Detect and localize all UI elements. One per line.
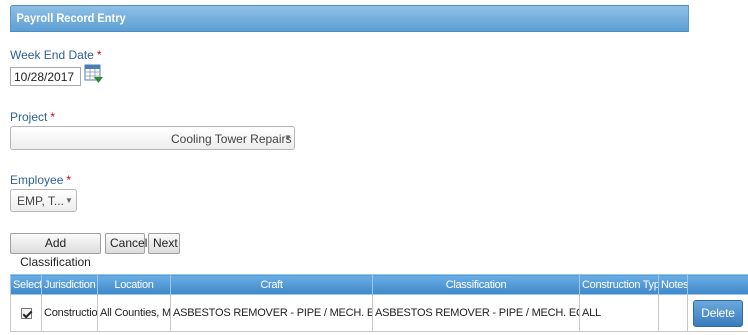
- next-button[interactable]: Next: [148, 233, 180, 254]
- calendar-icon[interactable]: [84, 63, 104, 85]
- classification-grid: Select Jurisdiction Location Craft Class…: [10, 274, 748, 332]
- column-header-notes[interactable]: Notes: [658, 274, 688, 295]
- add-classification-button[interactable]: Add Classification: [10, 233, 101, 269]
- cancel-button[interactable]: Cancel: [105, 233, 147, 254]
- week-end-date-label: Week End Date *: [10, 48, 102, 62]
- required-mark: *: [50, 110, 56, 124]
- project-select[interactable]: Cooling Tower Repairs ▼: [10, 126, 295, 150]
- project-label: Project *: [10, 110, 56, 124]
- row-select-checkbox[interactable]: [20, 307, 32, 319]
- column-header-classification[interactable]: Classification: [372, 274, 580, 295]
- chevron-down-icon: ▼: [284, 133, 292, 142]
- actions-cell: Delete: [687, 294, 748, 332]
- panel-title: Payroll Record Entry: [16, 11, 126, 25]
- project-selected-value: Cooling Tower Repairs: [171, 132, 292, 146]
- column-header-select[interactable]: Select: [10, 274, 42, 295]
- notes-cell: [658, 294, 688, 332]
- location-cell: All Counties, MA: [97, 294, 171, 332]
- column-header-jurisdiction[interactable]: Jurisdiction: [41, 274, 98, 295]
- column-header-craft[interactable]: Craft: [170, 274, 373, 295]
- required-mark: *: [66, 173, 72, 187]
- select-cell: [10, 294, 42, 332]
- grid-header-row: Select Jurisdiction Location Craft Class…: [10, 274, 748, 295]
- employee-select[interactable]: EMP, T... ▼: [10, 189, 77, 212]
- employee-selected-value: EMP, T...: [17, 194, 64, 208]
- column-header-actions: [687, 274, 748, 295]
- table-row: Construction All Counties, MA ASBESTOS R…: [10, 294, 748, 332]
- construction-type-cell: ALL: [579, 294, 659, 332]
- craft-cell: ASBESTOS REMOVER - PIPE / MECH. EQUIPT: [170, 294, 373, 332]
- column-header-location[interactable]: Location: [97, 274, 171, 295]
- panel-header: Payroll Record Entry: [10, 5, 689, 32]
- week-end-date-input[interactable]: [10, 67, 81, 86]
- column-header-construction-type[interactable]: Construction Type: [579, 274, 659, 295]
- chevron-down-icon: ▼: [65, 196, 73, 205]
- classification-cell: ASBESTOS REMOVER - PIPE / MECH. EQUIPT: [372, 294, 580, 332]
- delete-button[interactable]: Delete: [693, 299, 743, 327]
- jurisdiction-cell: Construction: [41, 294, 98, 332]
- required-mark: *: [96, 48, 102, 62]
- employee-label: Employee *: [10, 173, 72, 187]
